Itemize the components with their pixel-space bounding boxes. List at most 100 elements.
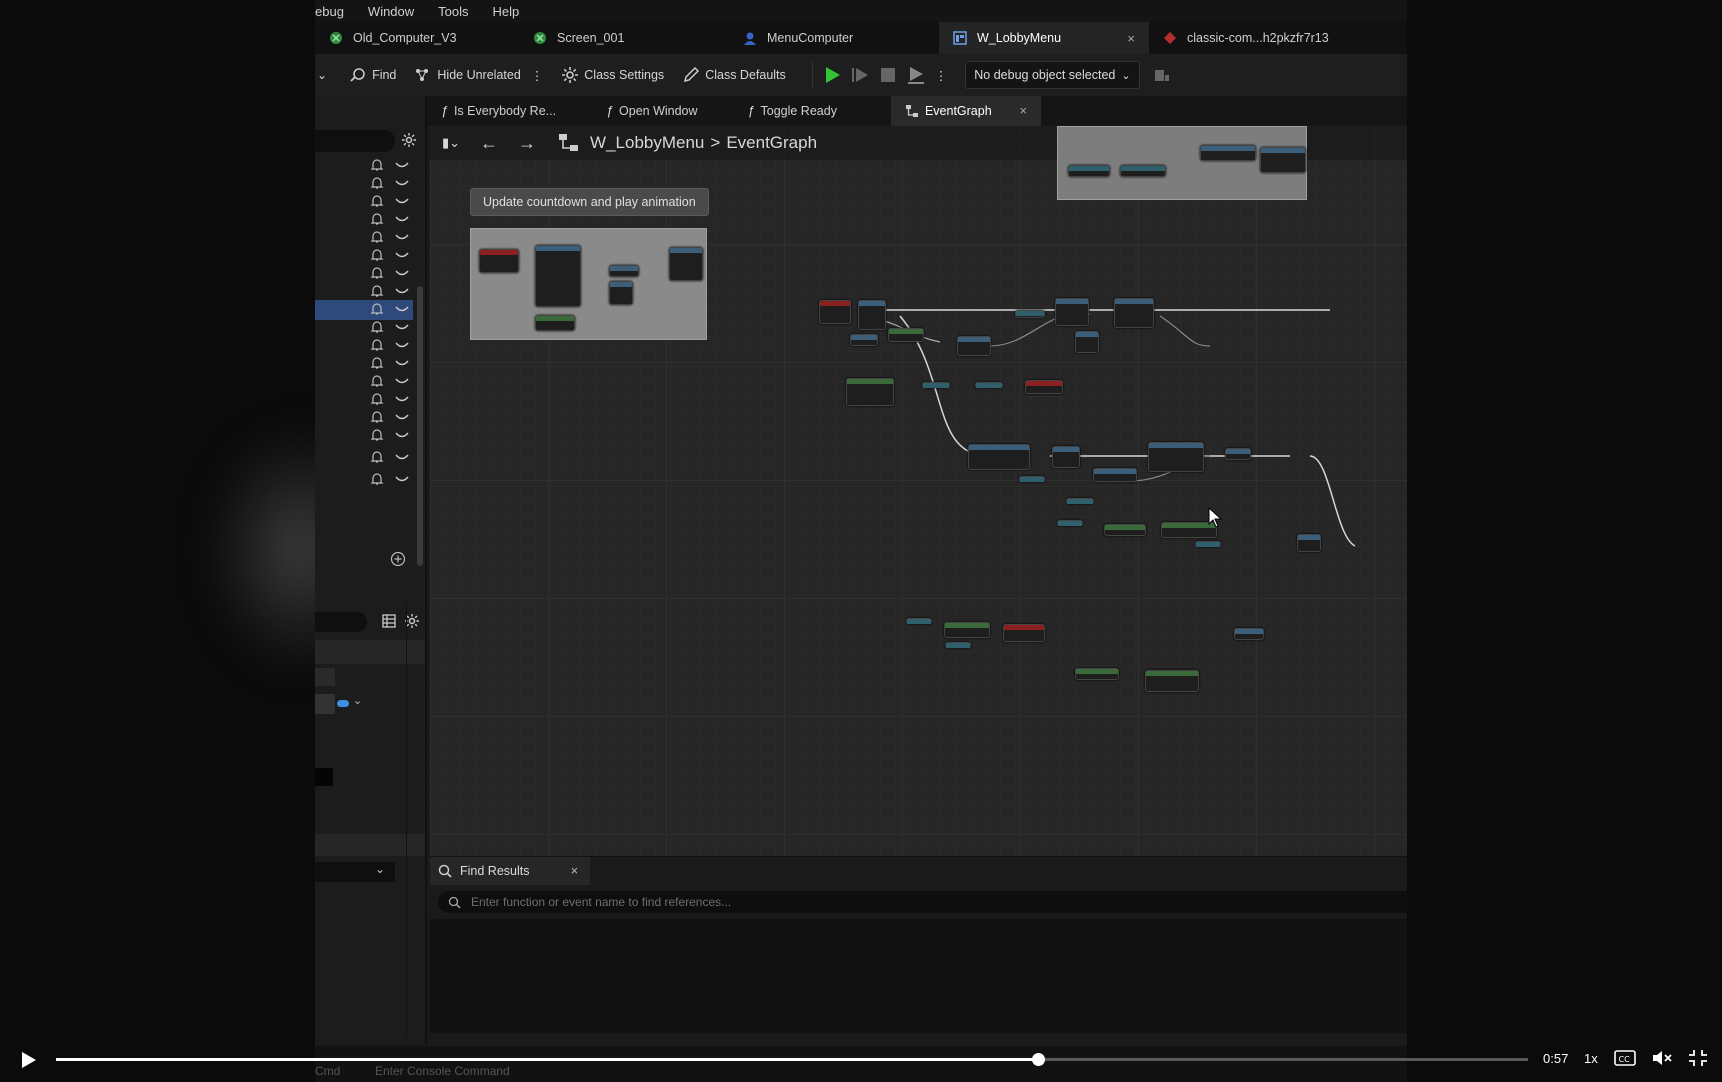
chevron-down-icon[interactable]: ⌄ xyxy=(317,68,327,82)
visibility-icon[interactable] xyxy=(395,198,409,206)
playback-speed-button[interactable]: 1x xyxy=(1584,1051,1598,1066)
variable-row[interactable] xyxy=(315,408,413,428)
graph-node[interactable] xyxy=(1057,520,1083,526)
bell-icon[interactable] xyxy=(370,450,384,464)
visibility-icon[interactable] xyxy=(395,324,409,332)
variable-row[interactable] xyxy=(315,390,413,410)
graph-node[interactable] xyxy=(1015,310,1045,318)
graph-node[interactable] xyxy=(1195,541,1221,547)
graph-node[interactable] xyxy=(1297,534,1321,552)
graph-node[interactable] xyxy=(1066,498,1094,504)
variable-row[interactable] xyxy=(315,372,413,392)
variable-row[interactable] xyxy=(315,470,413,490)
graph-node[interactable] xyxy=(1225,448,1251,460)
details-field[interactable] xyxy=(315,668,335,686)
hide-unrelated-button[interactable]: Hide Unrelated ⋮ xyxy=(414,67,543,83)
graph-node[interactable] xyxy=(944,622,990,638)
graph-node[interactable] xyxy=(906,618,932,624)
details-checkbox[interactable] xyxy=(315,768,333,786)
eject-icon[interactable] xyxy=(905,64,927,86)
bell-icon[interactable] xyxy=(370,158,384,172)
bell-icon[interactable] xyxy=(370,320,384,334)
find-button[interactable]: Find xyxy=(349,67,396,83)
graph-node[interactable] xyxy=(1052,446,1080,468)
graph-node[interactable] xyxy=(1114,298,1154,328)
graph-node[interactable] xyxy=(1055,298,1089,326)
visibility-icon[interactable] xyxy=(395,234,409,242)
menu-debug[interactable]: ebug xyxy=(315,4,344,19)
variable-row[interactable] xyxy=(315,426,413,446)
graph-node[interactable] xyxy=(945,642,971,648)
tab-w-lobbymenu[interactable]: W_LobbyMenu × xyxy=(939,22,1149,54)
bell-icon[interactable] xyxy=(370,410,384,424)
graph-node[interactable] xyxy=(1234,628,1264,640)
close-icon[interactable]: × xyxy=(1020,104,1027,118)
tab-toggle-ready[interactable]: ƒ Toggle Ready xyxy=(734,96,851,126)
variable-row[interactable] xyxy=(315,156,413,176)
graph-node[interactable] xyxy=(922,382,950,388)
menu-tools[interactable]: Tools xyxy=(438,4,468,19)
bell-icon[interactable] xyxy=(370,284,384,298)
variable-row[interactable] xyxy=(315,192,413,212)
bell-icon[interactable] xyxy=(370,472,384,486)
chevron-down-icon[interactable]: ⌄ xyxy=(353,694,362,707)
class-defaults-button[interactable]: Class Defaults xyxy=(682,66,786,84)
variable-row[interactable] xyxy=(315,336,413,356)
bell-icon[interactable] xyxy=(370,248,384,262)
close-icon[interactable]: × xyxy=(571,864,578,878)
table-icon[interactable] xyxy=(382,614,396,628)
details-type-select[interactable] xyxy=(315,694,335,714)
visibility-icon[interactable] xyxy=(395,378,409,386)
tab-menu-computer[interactable]: MenuComputer xyxy=(729,22,939,54)
graph-node[interactable] xyxy=(1093,468,1137,482)
variable-row[interactable] xyxy=(315,354,413,374)
graph-node[interactable] xyxy=(1104,524,1146,536)
visibility-icon[interactable] xyxy=(395,288,409,296)
event-graph-canvas[interactable]: ▮⌄ ← → W_LobbyMenu > EventGraph Update c… xyxy=(430,126,1407,856)
debug-object-select[interactable]: No debug object selected ⌄ xyxy=(965,61,1140,89)
graph-node[interactable] xyxy=(850,334,878,346)
video-progress-bar[interactable] xyxy=(56,1053,1528,1066)
visibility-icon[interactable] xyxy=(395,162,409,170)
details-category-header[interactable] xyxy=(315,640,425,664)
mute-icon[interactable] xyxy=(1651,1049,1673,1067)
bell-icon[interactable] xyxy=(370,230,384,244)
close-icon[interactable]: × xyxy=(1127,31,1135,46)
visibility-icon[interactable] xyxy=(395,252,409,260)
variable-row[interactable] xyxy=(315,300,413,320)
graph-node[interactable] xyxy=(1148,442,1204,472)
graph-node[interactable] xyxy=(1025,380,1063,394)
variable-row[interactable] xyxy=(315,246,413,266)
details-search-input[interactable] xyxy=(315,612,367,632)
visibility-icon[interactable] xyxy=(395,396,409,404)
graph-node[interactable] xyxy=(819,300,851,324)
add-icon[interactable] xyxy=(390,551,406,567)
variable-row[interactable] xyxy=(315,448,413,468)
graph-node[interactable] xyxy=(1019,476,1045,482)
variable-row[interactable] xyxy=(315,318,413,338)
tab-old-computer[interactable]: Old_Computer_V3 xyxy=(315,22,519,54)
bell-icon[interactable] xyxy=(370,266,384,280)
variable-row[interactable] xyxy=(315,264,413,284)
debug-filter-icon[interactable] xyxy=(1154,67,1170,83)
tab-classic-com[interactable]: classic-com...h2pkzfr7r13 xyxy=(1149,22,1379,54)
menu-help[interactable]: Help xyxy=(493,4,520,19)
graph-node[interactable] xyxy=(858,300,886,330)
bell-icon[interactable] xyxy=(370,194,384,208)
visibility-icon[interactable] xyxy=(395,476,409,484)
details-category-header[interactable] xyxy=(315,834,425,856)
graph-node[interactable] xyxy=(888,328,924,342)
graph-node[interactable] xyxy=(1075,668,1119,680)
panel-search-input[interactable] xyxy=(315,130,395,152)
scrollbar[interactable] xyxy=(417,286,423,566)
graph-node[interactable] xyxy=(846,378,894,406)
graph-node[interactable] xyxy=(975,382,1003,388)
visibility-icon[interactable] xyxy=(395,414,409,422)
tab-eventgraph[interactable]: EventGraph × xyxy=(890,96,1041,126)
class-settings-button[interactable]: Class Settings xyxy=(561,66,664,84)
find-references-input[interactable]: Enter function or event name to find ref… xyxy=(438,891,1407,913)
menu-window[interactable]: Window xyxy=(368,4,414,19)
variable-row[interactable] xyxy=(315,282,413,302)
variable-row[interactable] xyxy=(315,210,413,230)
bell-icon[interactable] xyxy=(370,428,384,442)
